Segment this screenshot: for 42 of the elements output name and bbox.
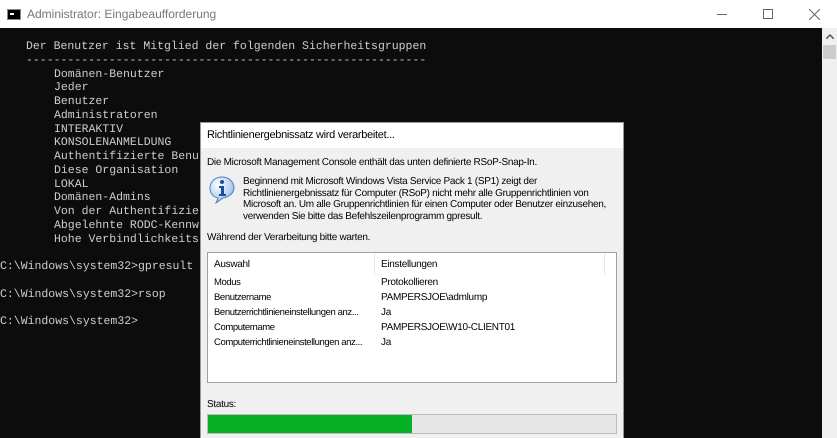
status-label: Status: (207, 398, 238, 412)
scrollbar-thumb[interactable] (823, 45, 836, 59)
console-line: ---------------------------------------------------------- (26, 54, 426, 67)
console-line: Authentifizierte Benu (54, 150, 199, 163)
console-line: Administratoren (54, 108, 158, 122)
table-cell: Protokollieren (381, 277, 438, 288)
table-cell: Benutzername (214, 292, 271, 303)
table-cell: PAMPERSJOE\W10-CLIENT01 (381, 322, 516, 333)
wait-text: Während der Verarbeitung bitte warten. (207, 231, 372, 244)
console-line: Abgelehnte RODC-Kennw (54, 218, 199, 232)
table-cell: PAMPERSJOE\admlump (381, 292, 488, 303)
console-line: Domänen-Benutzer (54, 68, 164, 80)
window-title: Administrator: Eingabeaufforderung (27, 6, 216, 23)
table-cell: Modus (214, 276, 241, 288)
console-line: INTERAKTIV (54, 122, 124, 136)
console-line: C:\Windows\system32>gpresult (0, 260, 194, 273)
column-header[interactable]: Auswahl (214, 256, 250, 272)
dialog-title: Richtlinienergebnissatz wird verarbeitet... (207, 128, 395, 144)
scroll-up-icon[interactable] (826, 34, 834, 39)
table-cell: Computername (214, 322, 275, 333)
console-line: C:\Windows\system32> (0, 315, 138, 328)
console-line: LOKAL (54, 178, 89, 190)
table-cell: Ja (381, 337, 391, 348)
info-text: Beginnend mit Microsoft Windows Vista Service Pack 1 (SP1) zeigt der Richtlinienergebnissatz für Computer (RSoP) nicht mehr alle Gruppenrichtlinien von Microsoft an. Um alle Gruppenrichtlinien für einen Computer oder Benutzer einzusehen, verwenden Sie bitte das Befehlszeilenprogramm gpresult. (243, 176, 608, 222)
table-cell: Ja (381, 307, 391, 318)
console-line: Hohe Verbindlichkeits (54, 232, 199, 246)
close-icon (808, 8, 820, 20)
intro-text: Die Microsoft Management Console enthält das unten definierte RSoP-Snap-In. (207, 156, 538, 169)
console-line: Diese Organisation (54, 164, 178, 177)
console-line: Jeder (54, 81, 89, 94)
console-line: Von der Authentifizie (54, 205, 199, 218)
column-header[interactable]: Einstellungen (381, 256, 438, 272)
console-line: Domänen-Admins (54, 191, 151, 204)
console-icon (7, 8, 21, 20)
table-cell: Benutzerrichtlinieneinstellungen anz... (214, 306, 358, 318)
console-line: KONSOLENANMELDUNG (54, 136, 172, 150)
console-line: Benutzer (54, 95, 110, 108)
table-cell: Computerrichtlinieneinstellungen anz... (214, 336, 362, 348)
console-line: C:\Windows\system32>rsop (0, 288, 166, 300)
scrollbar[interactable] (822, 28, 837, 438)
console-line: Der Benutzer ist Mitglied der folgenden Sicherheitsgruppen (26, 40, 426, 53)
info-icon (209, 176, 235, 204)
